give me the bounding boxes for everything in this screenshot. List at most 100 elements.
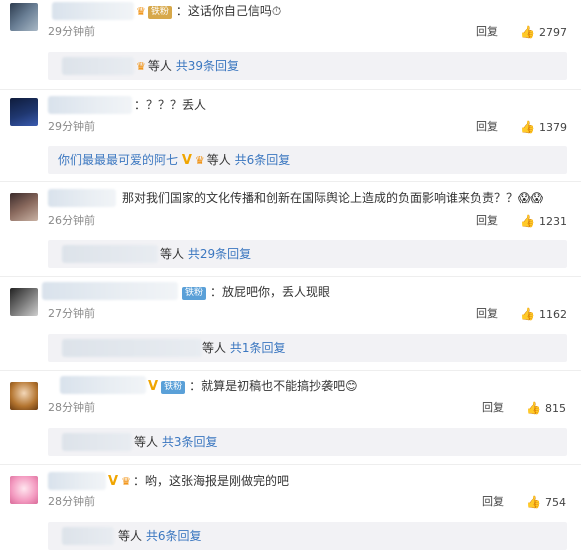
like-count: 1231 xyxy=(538,215,567,228)
divider xyxy=(0,370,581,371)
sub-reply-bar[interactable]: 等人 共6条回复 xyxy=(48,522,567,550)
verified-v-icon: V xyxy=(148,379,159,394)
fan-badge: 铁粉 xyxy=(182,287,207,300)
sub-reply-bar[interactable]: 你们最最最可爱的阿七 V ♛ 等人 共6条回复 xyxy=(48,146,567,174)
avatar[interactable] xyxy=(10,193,38,221)
comment-text: ：就算是初稿也不能搞抄袭吧 xyxy=(189,379,346,393)
reply-button[interactable]: 回复 xyxy=(476,306,498,322)
like-button[interactable]: 👍 815 xyxy=(526,400,566,417)
sub-reply-text: 等人 共6条回复 xyxy=(118,527,201,545)
divider xyxy=(0,276,581,277)
comment-body: ♛ 铁粉 ：这话你自己信吗⏱ xyxy=(136,2,281,21)
sub-reply-text: 等人 共3条回复 xyxy=(134,433,217,451)
comment-time: 27分钟前 xyxy=(48,307,95,320)
thumbs-up-icon: 👍 xyxy=(526,401,541,415)
reply-button[interactable]: 回复 xyxy=(476,119,498,135)
comment-text: 那对我们国家的文化传播和创新在国际舆论上造成的负面影响谁来负责？？ xyxy=(122,191,519,205)
sub-reply-text: 等人 共29条回复 xyxy=(160,245,251,263)
sub-reply-bar[interactable]: 等人 共29条回复 xyxy=(48,240,567,268)
avatar[interactable] xyxy=(10,382,38,410)
username-blurred[interactable] xyxy=(48,189,116,207)
reply-button[interactable]: 回复 xyxy=(482,494,504,510)
divider xyxy=(0,464,581,465)
thumbs-up-icon: 👍 xyxy=(520,120,535,134)
like-button[interactable]: 👍 754 xyxy=(526,494,566,511)
reply-button[interactable]: 回复 xyxy=(482,400,504,416)
sub-reply-text: 你们最最最可爱的阿七 V ♛ 等人 共6条回复 xyxy=(58,151,290,170)
verified-v-icon: V xyxy=(108,474,119,489)
crown-icon: ♛ xyxy=(194,154,205,167)
sub-reply-text: 等人 共1条回复 xyxy=(202,339,285,357)
sub-reply-users-blurred xyxy=(62,527,114,545)
reply-button[interactable]: 回复 xyxy=(476,213,498,229)
reply-button[interactable]: 回复 xyxy=(476,24,498,40)
divider xyxy=(0,89,581,90)
comment-text: ：放屁吧你，丢人现眼 xyxy=(210,285,331,299)
like-button[interactable]: 👍 1162 xyxy=(520,306,567,323)
sub-reply-text: ♛ 等人 共39条回复 xyxy=(136,57,239,76)
username-blurred[interactable] xyxy=(52,2,134,20)
view-replies-link[interactable]: 共6条回复 xyxy=(146,529,202,543)
comment-text: ：哟，这张海报是刚做完的吧 xyxy=(132,474,289,488)
like-button[interactable]: 👍 1231 xyxy=(520,213,567,230)
sub-reply-bar[interactable]: 等人 共3条回复 xyxy=(48,428,567,456)
sub-reply-suffix: 等人 xyxy=(147,59,172,73)
sub-reply-users-blurred xyxy=(62,339,202,357)
sub-reply-suffix: 等人 xyxy=(202,341,227,355)
like-button[interactable]: 👍 2797 xyxy=(520,24,567,41)
sub-reply-bar[interactable]: ♛ 等人 共39条回复 xyxy=(48,52,567,80)
crown-icon: ♛ xyxy=(136,60,146,73)
like-count: 1379 xyxy=(538,121,567,134)
comment-time: 29分钟前 xyxy=(48,25,95,38)
comment-time: 28分钟前 xyxy=(48,401,95,414)
view-replies-link[interactable]: 共1条回复 xyxy=(230,341,286,355)
sub-reply-user[interactable]: 你们最最最可爱的阿七 xyxy=(58,153,178,167)
fan-badge: 铁粉 xyxy=(147,6,172,19)
avatar[interactable] xyxy=(10,288,38,316)
sub-reply-users-blurred xyxy=(62,245,158,263)
sub-reply-suffix: 等人 xyxy=(134,435,159,449)
sub-reply-suffix: 等人 xyxy=(160,247,185,261)
avatar[interactable] xyxy=(10,3,38,31)
clock-emoji-icon: ⏱ xyxy=(271,4,282,18)
sub-reply-suffix: 等人 xyxy=(118,529,143,543)
comment-text: ：这话你自己信吗 xyxy=(175,4,272,18)
crown-icon: ♛ xyxy=(121,475,131,488)
sub-reply-bar[interactable]: 等人 共1条回复 xyxy=(48,334,567,362)
thumbs-up-icon: 👍 xyxy=(520,307,535,321)
like-count: 815 xyxy=(544,402,566,415)
sub-reply-users-blurred xyxy=(62,433,132,451)
sub-reply-suffix: 等人 xyxy=(206,153,231,167)
thumbs-up-icon: 👍 xyxy=(520,214,535,228)
smile-emoji-icon: 😊 xyxy=(345,379,358,393)
view-replies-link[interactable]: 共39条回复 xyxy=(176,59,239,73)
avatar[interactable] xyxy=(10,98,38,126)
like-count: 754 xyxy=(544,496,566,509)
comment-body: V 铁粉 ：就算是初稿也不能搞抄袭吧😊 xyxy=(148,377,358,396)
username-blurred[interactable] xyxy=(60,376,146,394)
comment-text: ：？？？丢人 xyxy=(134,98,207,112)
comment-body: 那对我们国家的文化传播和创新在国际舆论上造成的负面影响谁来负责？？😱😱 xyxy=(122,189,543,207)
comment-body: 铁粉 ：放屁吧你，丢人现眼 xyxy=(182,283,330,301)
comment-body: ：？？？丢人 xyxy=(134,96,206,114)
username-blurred[interactable] xyxy=(48,472,106,490)
view-replies-link[interactable]: 共29条回复 xyxy=(188,247,251,261)
comment-time: 29分钟前 xyxy=(48,120,95,133)
like-count: 2797 xyxy=(538,26,567,39)
view-replies-link[interactable]: 共3条回复 xyxy=(162,435,218,449)
crying-emoji-icon: 😱😱 xyxy=(518,191,544,205)
divider xyxy=(0,181,581,182)
like-button[interactable]: 👍 1379 xyxy=(520,119,567,136)
crown-icon: ♛ xyxy=(136,5,146,18)
like-count: 1162 xyxy=(538,308,567,321)
sub-reply-users-blurred xyxy=(62,57,134,75)
avatar[interactable] xyxy=(10,476,38,504)
comment-time: 26分钟前 xyxy=(48,214,95,227)
comment-time: 28分钟前 xyxy=(48,495,95,508)
thumbs-up-icon: 👍 xyxy=(520,25,535,39)
comment-body: V ♛ ：哟，这张海报是刚做完的吧 xyxy=(108,472,289,491)
username-blurred[interactable] xyxy=(48,96,132,114)
verified-v-icon: V xyxy=(181,153,192,168)
username-blurred[interactable] xyxy=(42,282,178,300)
view-replies-link[interactable]: 共6条回复 xyxy=(235,153,291,167)
